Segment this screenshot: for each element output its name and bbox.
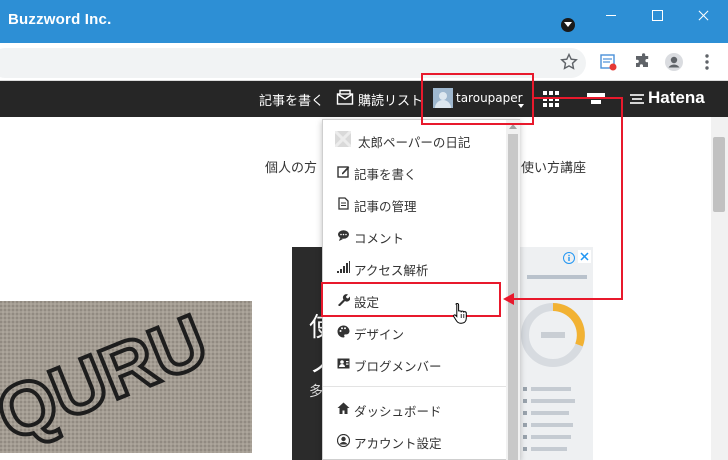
media-icon[interactable] <box>561 18 575 32</box>
home-icon <box>337 402 350 415</box>
window-title: Buzzword Inc. <box>8 11 112 28</box>
title-bar: Buzzword Inc. <box>0 0 728 43</box>
star-icon[interactable] <box>559 52 579 72</box>
highlight-username-box <box>421 73 534 125</box>
reading-list-link-icon <box>336 89 354 110</box>
menu-icon[interactable] <box>697 52 717 72</box>
menu-item-manage-articles[interactable]: 記事の管理 <box>323 188 506 220</box>
hatena-logo[interactable]: Hatena <box>648 88 705 108</box>
apps-grid-icon[interactable] <box>543 91 559 111</box>
close-button[interactable] <box>680 0 726 32</box>
menu-item-write-article[interactable]: 記事を書く <box>323 156 506 188</box>
menu-item-account-settings[interactable]: アカウント設定 <box>323 425 506 457</box>
blog-avatar-icon <box>333 129 353 149</box>
notification-icon[interactable] <box>587 91 607 111</box>
ad-image <box>513 247 593 460</box>
extensions-icon[interactable] <box>632 52 652 72</box>
ad-text-3: 多 <box>309 384 323 400</box>
annotation-line-top <box>534 97 623 99</box>
blog-text-left: 個人の方 <box>265 161 318 176</box>
members-icon <box>337 357 350 370</box>
hand-cursor-icon <box>452 302 470 328</box>
ad-close-icon[interactable] <box>578 248 591 267</box>
annotation-arrow-icon <box>503 293 514 305</box>
write-article-link[interactable]: 記事を書く <box>259 90 324 109</box>
annotation-line-bottom <box>514 298 623 300</box>
reading-list-icon[interactable] <box>598 52 618 72</box>
hatena-mark-icon <box>628 91 646 111</box>
hatena-header: 記事を書く 購読リスト taroupaper Hatena <box>0 81 728 117</box>
blog-text-right: 使い方講座 <box>521 161 587 176</box>
reading-list-link[interactable]: 購読リスト <box>358 90 423 109</box>
towel-photo: QURU <box>0 301 252 453</box>
menu-scrollbar[interactable] <box>506 120 520 460</box>
menu-item-blog-members[interactable]: ブログメンバー <box>323 348 506 380</box>
maximize-button[interactable] <box>634 0 680 32</box>
minimize-button[interactable] <box>588 0 634 32</box>
menu-item-design[interactable]: デザイン <box>323 316 506 348</box>
ad-info-icon[interactable] <box>563 249 575 268</box>
page-scrollbar-thumb[interactable] <box>713 137 725 212</box>
page-scrollbar[interactable] <box>711 117 728 460</box>
menu-item-comments[interactable]: コメント <box>323 220 506 252</box>
annotation-line-vertical <box>621 97 623 300</box>
palette-icon <box>337 325 350 338</box>
account-icon <box>336 433 351 448</box>
highlight-settings-box <box>321 282 501 317</box>
edit-icon <box>337 165 350 178</box>
menu-item-blog[interactable]: 太郎ペーパーの日記 <box>323 124 506 156</box>
profile-icon[interactable] <box>664 52 684 72</box>
browser-toolbar <box>0 43 728 81</box>
chart-icon <box>337 261 350 274</box>
document-icon <box>337 197 350 210</box>
comment-icon <box>337 229 350 242</box>
menu-divider <box>323 386 506 387</box>
menu-item-dashboard[interactable]: ダッシュボード <box>323 393 506 425</box>
menu-item-access-analysis[interactable]: アクセス解析 <box>323 252 506 284</box>
